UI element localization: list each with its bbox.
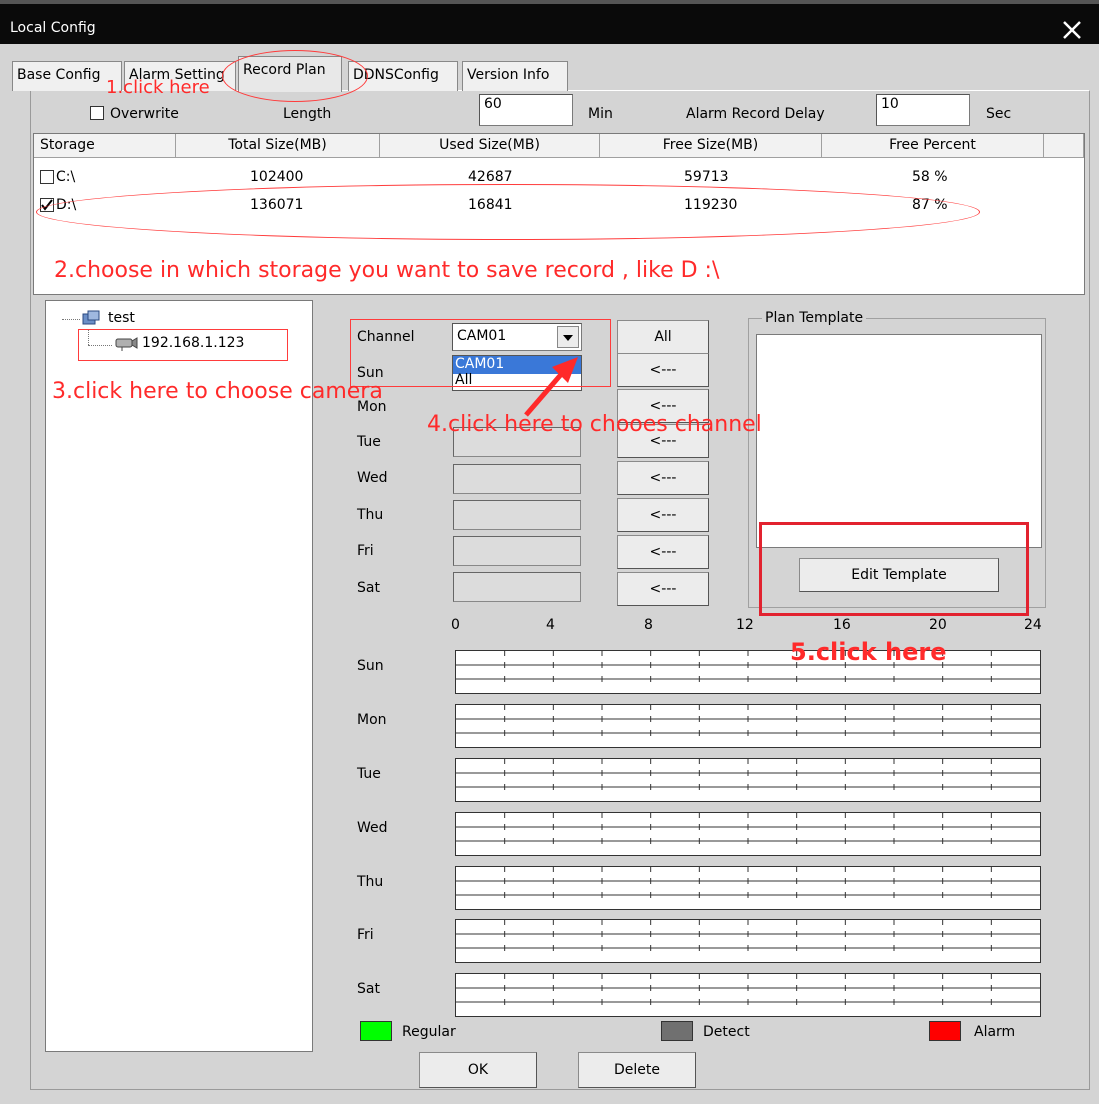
tick-label: 24 [1024,617,1042,633]
timeline-grid [456,867,1040,898]
timeline-mon[interactable] [455,704,1041,748]
timeline-grid [456,974,1040,1005]
copy-sun-button[interactable]: <--- [617,353,709,387]
timeline-day-sat: Sat [357,981,380,997]
timeline-grid [456,920,1040,951]
timeline-thu[interactable] [455,866,1041,910]
column-header-spacer [1044,134,1084,158]
annotation-box-5 [759,522,1029,616]
title-bar: Local Config [0,0,1099,44]
free-percent: 58 % [912,169,948,185]
day-label-thu: Thu [357,507,384,523]
tick-label: 8 [644,617,653,633]
legend-swatch-alarm [929,1021,961,1041]
timeline-grid [456,759,1040,790]
legend-label-regular: Regular [402,1024,456,1040]
annotation-ellipse-1 [222,50,368,102]
tick-label: 12 [736,617,754,633]
column-header-used[interactable]: Used Size(MB) [380,134,600,158]
annotation-box-3 [78,329,288,361]
tree-root-label[interactable]: test [108,310,135,326]
copy-sat-button[interactable]: <--- [617,572,709,606]
day-label-wed: Wed [357,470,388,486]
close-icon[interactable] [1058,16,1088,46]
tree-line [62,319,80,320]
alarm-delay-input[interactable]: 10 [876,94,970,126]
legend-swatch-regular [360,1021,392,1041]
day-label-fri: Fri [357,543,374,559]
annotation-step4: 4.click here to chooes channel [427,412,762,437]
timeline-wed[interactable] [455,812,1041,856]
drive-checkbox-c[interactable] [40,170,54,184]
column-header-storage[interactable]: Storage [34,134,176,158]
alarm-delay-label: Alarm Record Delay [686,106,825,122]
plan-template-label: Plan Template [762,310,867,326]
group-icon [82,309,100,327]
tick-label: 4 [546,617,555,633]
annotation-arrow [520,355,590,420]
column-header-free[interactable]: Free Size(MB) [600,134,822,158]
tick-label: 16 [833,617,851,633]
legend-label-detect: Detect [703,1024,750,1040]
all-channels-button[interactable]: All [617,320,709,354]
annotation-ellipse-2 [36,184,980,240]
window-title: Local Config [10,20,96,36]
timeline-sat[interactable] [455,973,1041,1017]
wed-plan-select[interactable] [453,464,581,494]
drive-name: C:\ [56,169,76,185]
copy-wed-button[interactable]: <--- [617,461,709,495]
length-unit: Min [588,106,613,122]
copy-fri-button[interactable]: <--- [617,535,709,569]
tick-label: 20 [929,617,947,633]
free-size: 59713 [684,169,729,185]
column-header-total[interactable]: Total Size(MB) [176,134,380,158]
ok-button[interactable]: OK [419,1052,537,1088]
thu-plan-select[interactable] [453,500,581,530]
overwrite-label: Overwrite [110,106,179,122]
used-size: 42687 [468,169,513,185]
timeline-day-sun: Sun [357,658,384,674]
timeline-day-wed: Wed [357,820,388,836]
sat-plan-select[interactable] [453,572,581,602]
timeline-tue[interactable] [455,758,1041,802]
annotation-step1: 1.click here [106,77,210,98]
day-label-tue: Tue [357,434,381,450]
plan-template-list[interactable] [756,334,1042,548]
annotation-step2: 2.choose in which storage you want to sa… [54,258,720,283]
timeline-grid [456,651,1040,682]
timeline-day-tue: Tue [357,766,381,782]
tick-label: 0 [451,617,460,633]
delete-button[interactable]: Delete [578,1052,696,1088]
tab-version-info[interactable]: Version Info [462,61,568,91]
alarm-delay-unit: Sec [986,106,1012,122]
annotation-step5: 5.click here [790,638,947,666]
timeline-fri[interactable] [455,919,1041,963]
timeline-sun[interactable] [455,650,1041,694]
column-header-percent[interactable]: Free Percent [822,134,1044,158]
total-size: 102400 [250,169,304,185]
timeline-day-thu: Thu [357,874,384,890]
length-label: Length [283,106,332,122]
timeline-grid [456,813,1040,844]
timeline-day-mon: Mon [357,712,387,728]
timeline-day-fri: Fri [357,927,374,943]
overwrite-checkbox[interactable] [90,106,104,120]
length-input[interactable]: 60 [479,94,573,126]
annotation-step3: 3.click here to choose camera [52,379,383,404]
fri-plan-select[interactable] [453,536,581,566]
copy-thu-button[interactable]: <--- [617,498,709,532]
camera-tree: test 192.168.1.123 3.click here to choos… [45,300,383,1052]
storage-table: Storage Total Size(MB) Used Size(MB) Fre… [33,133,1085,295]
timeline-grid [456,705,1040,736]
legend-swatch-detect [661,1021,693,1041]
legend-label-alarm: Alarm [974,1024,1016,1040]
day-label-sat: Sat [357,580,380,596]
